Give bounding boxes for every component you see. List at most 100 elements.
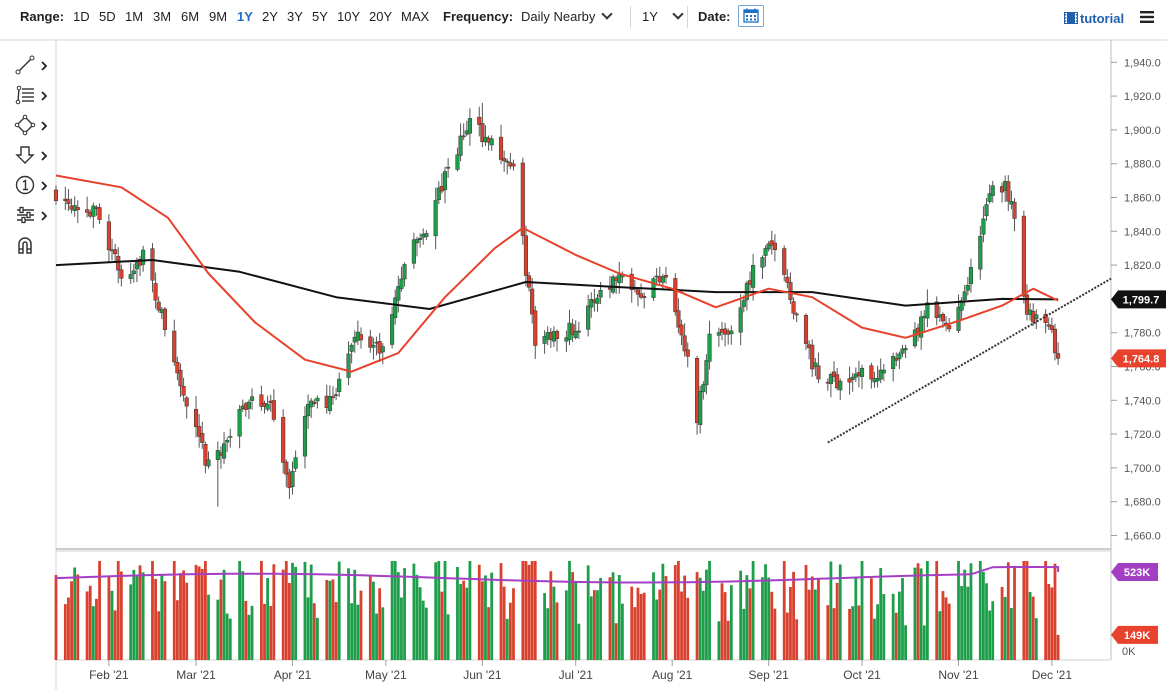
volume-bar	[860, 561, 864, 660]
volume-bar	[331, 579, 335, 660]
candle-body	[760, 257, 765, 268]
volume-bar	[555, 602, 559, 660]
volume-bar	[577, 623, 581, 660]
volume-bar	[403, 568, 406, 660]
volume-bar	[1003, 596, 1007, 660]
volume-bar	[985, 583, 988, 660]
candle-body	[302, 415, 308, 457]
y-tick-label: 1,740.0	[1124, 395, 1161, 407]
volume-bar	[642, 592, 646, 660]
volume-bar	[589, 596, 593, 660]
candle-body	[785, 276, 790, 283]
candle-body	[250, 396, 255, 401]
moving-average-price-label: 1,799.7	[1111, 290, 1166, 309]
candle-body	[193, 409, 199, 428]
volume-bar	[443, 561, 447, 660]
volume-bar	[291, 562, 294, 660]
candle-body	[271, 400, 276, 420]
x-tick-label: Mar '21	[176, 668, 216, 682]
volume-bar	[334, 602, 338, 660]
candle-body	[153, 283, 158, 301]
candle	[511, 159, 516, 171]
volume-bar	[356, 604, 360, 660]
volume-bar	[919, 568, 923, 660]
candle	[424, 230, 429, 241]
candle-body	[346, 353, 351, 378]
volume-bar	[851, 606, 855, 660]
candle	[810, 339, 815, 377]
volume-bar	[982, 571, 985, 660]
volume-bar	[533, 561, 537, 660]
candle	[271, 389, 276, 422]
candle	[1043, 309, 1048, 334]
volume-bar	[947, 603, 951, 660]
candle	[172, 319, 177, 366]
candle-body	[962, 291, 967, 300]
x-tick-label: Jun '21	[463, 668, 502, 682]
volume-bar	[960, 586, 964, 660]
candle-body	[505, 160, 510, 163]
candle	[794, 312, 799, 323]
x-tick-label: Oct '21	[843, 668, 881, 682]
moving-average-price-label-text: 1,799.7	[1123, 294, 1160, 306]
candle	[956, 294, 961, 334]
candle	[442, 166, 448, 204]
candle	[891, 352, 896, 382]
candle	[1006, 175, 1011, 211]
candle	[760, 255, 765, 279]
volume-bar	[306, 597, 310, 660]
candle-body	[113, 249, 118, 255]
volume-bar	[508, 602, 512, 660]
candle	[259, 385, 264, 411]
candle-body	[312, 401, 317, 404]
candle-body	[390, 314, 395, 345]
candle-body	[131, 270, 136, 275]
volume-bar	[487, 607, 490, 660]
candle	[467, 108, 472, 146]
candle	[411, 232, 416, 269]
volume-bar	[316, 617, 319, 660]
volume-bar	[160, 573, 164, 660]
volume-bar	[854, 577, 858, 660]
volume-bar	[353, 569, 357, 660]
candle	[925, 289, 930, 328]
candle-body	[399, 278, 404, 289]
candle	[816, 352, 821, 384]
volume-bar	[182, 570, 185, 660]
volume-bar	[698, 577, 702, 660]
candle-body	[530, 288, 535, 315]
candle-body	[85, 209, 90, 213]
volume-bar	[879, 568, 883, 660]
volume-bar	[203, 561, 207, 660]
volume-bar	[701, 590, 705, 660]
candle	[237, 404, 242, 449]
long-moving-average-line	[55, 259, 1059, 310]
candle	[673, 273, 678, 316]
candle-body	[380, 346, 385, 353]
volume-bar	[630, 586, 634, 660]
volume-bar	[621, 603, 624, 660]
candle-body	[106, 221, 111, 251]
volume-bar	[359, 590, 363, 660]
price-chart[interactable]: 1,940.0 1,920.0 1,900.0 1,880.0 1,860.0 1,840…	[0, 0, 1175, 690]
candle	[611, 274, 616, 295]
candle	[934, 296, 939, 326]
candle	[791, 297, 796, 320]
volume-bar	[748, 588, 752, 660]
candle-body	[947, 325, 952, 330]
candle	[222, 432, 227, 464]
candle	[106, 214, 111, 262]
volume-bar	[873, 618, 876, 660]
x-tick-label: Jul '21	[559, 668, 594, 682]
candle-body	[116, 255, 121, 271]
candle-body	[1056, 353, 1061, 359]
y-tick-label: 1,880.0	[1124, 159, 1161, 171]
candle-body	[598, 290, 603, 298]
volume-bar	[614, 623, 618, 660]
volume-bar	[913, 567, 917, 660]
candle	[327, 385, 332, 415]
volume-bar	[396, 572, 400, 660]
volume-bar	[564, 590, 568, 660]
volume-bar	[792, 571, 795, 660]
volume-bar	[303, 561, 307, 660]
